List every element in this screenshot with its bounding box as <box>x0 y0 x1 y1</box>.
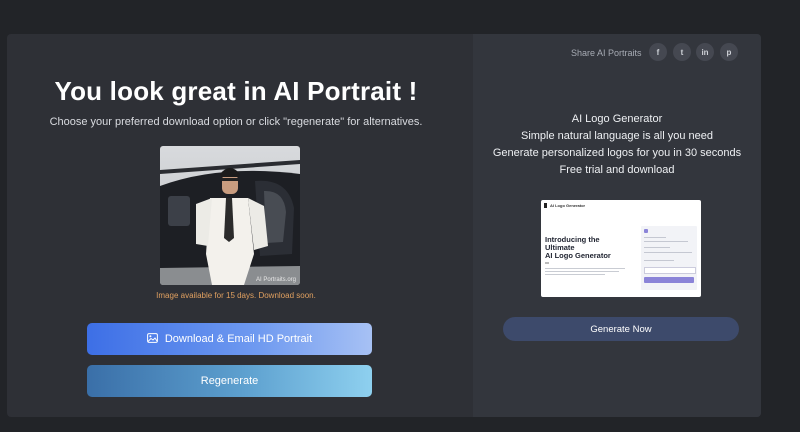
preview-headline: Introducing the Ultimate AI Logo Generat… <box>545 235 611 260</box>
preview-form <box>641 226 697 290</box>
promo-line: Simple natural language is all you need <box>520 130 714 142</box>
preview-divider <box>545 262 549 264</box>
image-icon <box>146 332 158 346</box>
portrait-watermark: AI Portraits.org <box>255 277 296 283</box>
regenerate-label: Regenerate <box>200 375 259 387</box>
preview-text-line <box>545 268 625 269</box>
preview-logo-icon <box>544 203 547 208</box>
facebook-icon[interactable]: f <box>649 43 667 61</box>
logo-generator-preview[interactable]: AI Logo Generator Introducing the Ultima… <box>541 200 701 297</box>
preview-text-line <box>545 274 605 275</box>
twitter-icon[interactable]: t <box>673 43 691 61</box>
linkedin-icon[interactable]: in <box>696 43 714 61</box>
pinterest-icon[interactable]: p <box>720 43 738 61</box>
share-label: Share AI Portraits <box>571 48 642 58</box>
download-email-label: Download & Email HD Portrait <box>164 333 313 345</box>
main-card: You look great in AI Portrait ! Choose y… <box>7 34 761 417</box>
preview-text-line <box>545 271 619 272</box>
page-title: You look great in AI Portrait ! <box>54 76 418 106</box>
result-panel: You look great in AI Portrait ! Choose y… <box>7 34 465 417</box>
generate-now-button[interactable]: Generate Now <box>503 317 739 341</box>
regenerate-button[interactable]: Regenerate <box>87 365 372 397</box>
download-email-button[interactable]: Download & Email HD Portrait <box>87 323 372 355</box>
promo-line: Generate personalized logos for you in 3… <box>492 147 742 159</box>
promo-title: AI Logo Generator <box>571 113 663 125</box>
availability-notice: Image available for 15 days. Download so… <box>156 291 316 300</box>
promo-panel: Share AI Portraits f t in p AI Logo Gene… <box>473 34 761 417</box>
page-subtitle: Choose your preferred download option or… <box>49 116 423 128</box>
portrait-image: AI Portraits.org <box>160 146 300 285</box>
preview-brand: AI Logo Generator <box>550 203 586 208</box>
promo-line: Free trial and download <box>559 164 675 176</box>
